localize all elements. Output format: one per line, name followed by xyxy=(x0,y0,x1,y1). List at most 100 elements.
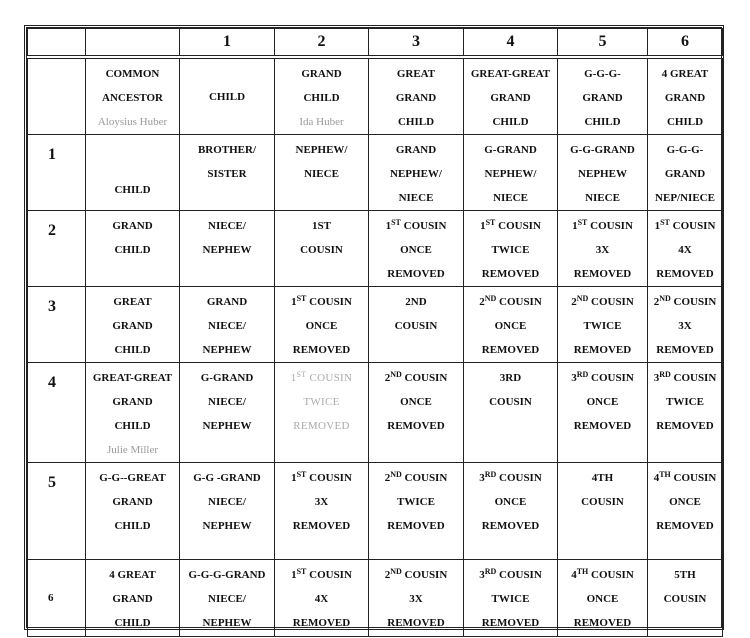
person-name: Ida Huber xyxy=(299,116,344,128)
table-row: 6 4 GREAT GRAND CHILD G-G-G-GRAND NIECE/NEPHE… xyxy=(27,559,723,637)
cell-text-line: 3X xyxy=(409,593,423,605)
column-header: 4 xyxy=(463,28,558,59)
cell-text-line: COUSIN xyxy=(663,593,707,605)
cell-text-line: COUSIN xyxy=(489,396,532,408)
column-header: 3 xyxy=(368,28,464,59)
ordinal-suffix: ND xyxy=(390,470,402,479)
row-label xyxy=(27,56,86,135)
cell-text-line: 1ST COUSIN xyxy=(291,567,352,582)
ordinal-suffix: ST xyxy=(660,218,670,227)
cell-text-line: REMOVED xyxy=(573,420,632,432)
cell-text-line: CHILD xyxy=(114,420,151,432)
cell-text-line: ONCE xyxy=(400,396,432,408)
cell-text-line: 1ST COUSIN xyxy=(385,218,447,233)
cell-text-line: GRAND xyxy=(206,296,248,308)
cell-text-line: 3RD COUSIN xyxy=(479,470,542,485)
relationship-cell: NEPHEW/NIECE xyxy=(274,134,369,211)
relationship-cell: 3RD COUSIN ONCE REMOVED xyxy=(557,362,648,463)
cell-text-line: G-GRAND xyxy=(200,372,254,384)
cell-text-line: TWICE xyxy=(583,320,622,332)
cell-text-line: 4X xyxy=(678,244,692,256)
ordinal-suffix: RD xyxy=(484,470,497,479)
ordinal-suffix: RD xyxy=(484,567,497,576)
relationship-cell: 4TH COUSIN xyxy=(557,462,648,560)
relationship-cell: G-GRAND NEPHEW/NIECE xyxy=(463,134,558,211)
relationship-cell: 2ND COUSIN TWICE REMOVED xyxy=(368,462,464,560)
person-name: Julie Miller xyxy=(106,444,159,456)
relationship-cell: 3RD COUSIN xyxy=(463,362,558,463)
cell-text-line: 3RD COUSIN xyxy=(479,567,542,582)
cell-text-line: 3X xyxy=(678,320,692,332)
cell-text-line: G-G-G-GRAND xyxy=(188,569,266,581)
ordinal-suffix: ND xyxy=(576,294,589,303)
relationship-cell: 4 GREAT GRAND CHILD xyxy=(647,56,723,135)
relationship-cell: G-G-G- GRAND CHILD xyxy=(557,56,648,135)
cell-text-line: GRAND xyxy=(112,220,153,232)
cell-text-line: REMOVED xyxy=(481,617,540,629)
cell-text-line: COMMON xyxy=(105,68,160,80)
ordinal-suffix: ST xyxy=(296,567,307,576)
table-row: 4 GREAT-GREAT GRAND CHILD Julie Miller G-GRAN… xyxy=(27,362,723,463)
cell-text-line: 2ND COUSIN xyxy=(384,470,448,485)
row-label: 6 xyxy=(27,559,86,637)
cell-text-line: BROTHER/ xyxy=(197,144,257,156)
ordinal-suffix: ST xyxy=(391,218,401,227)
table-row: 3 GREAT GRAND CHILD GRAND NIECE/NEPHEW 1ST COU… xyxy=(27,286,723,363)
person-name: Aloysius Huber xyxy=(97,116,168,128)
relationship-cell: 2ND COUSIN 3X REMOVED xyxy=(368,559,464,637)
cell-text-line: REMOVED xyxy=(292,520,351,532)
cell-text-line: GRAND xyxy=(112,396,153,408)
relationship-cell: 3RD COUSIN TWICE REMOVED xyxy=(647,362,723,463)
relationship-cell: G-G -GRAND NIECE/NEPHEW xyxy=(179,462,275,560)
ordinal-suffix: RD xyxy=(659,370,671,379)
ordinal-suffix: ST xyxy=(296,470,307,479)
relationship-cell: GREAT-GREAT GRAND CHILD xyxy=(463,56,558,135)
cell-text-line: REMOVED xyxy=(387,420,445,432)
cell-text-line: NEPHEW xyxy=(202,244,252,256)
cell-text-line: REMOVED xyxy=(387,617,445,629)
cell-text-line: GRAND xyxy=(395,144,437,156)
cell-text-line: 1ST COUSIN xyxy=(480,218,541,233)
ordinal-suffix: TH xyxy=(576,567,589,576)
ordinal-suffix: ST xyxy=(577,218,588,227)
cell-text-line: NIECE/ xyxy=(208,220,246,232)
cell-text-line: REMOVED xyxy=(292,344,351,356)
cell-text-line: CHILD xyxy=(114,617,151,629)
cell-text-line: ONCE xyxy=(669,496,701,508)
relationship-cell: GRAND NIECE/NEPHEW xyxy=(179,286,275,363)
ordinal-suffix: ST xyxy=(296,294,307,303)
cell-text-line: GRAND xyxy=(301,68,342,80)
relationship-cell: G-G-GRAND NEPHEW NIECE xyxy=(557,134,648,211)
cell-text-line: CHILD xyxy=(208,90,246,103)
relationship-cell: 4TH COUSIN ONCE REMOVED xyxy=(647,462,723,560)
relationship-cell: 2ND COUSIN xyxy=(368,286,464,363)
cell-text-line: COUSIN xyxy=(394,320,438,332)
cell-text-line: GRAND xyxy=(112,320,153,332)
cell-text-line: 1ST xyxy=(312,220,331,232)
column-header: 2 xyxy=(274,28,369,59)
ordinal-suffix: RD xyxy=(576,370,589,379)
cell-text-line: NIECE/ xyxy=(208,496,246,508)
cell-text-line: GREAT-GREAT xyxy=(470,68,551,80)
cell-text-line: NEPHEW xyxy=(202,420,252,432)
cell-text-line: REMOVED xyxy=(573,617,632,629)
cell-text-line: REMOVED xyxy=(292,617,351,629)
cell-text-line: GRAND xyxy=(112,593,153,605)
cell-text-line: GREAT xyxy=(396,68,436,80)
relationship-cell: 2ND COUSIN ONCE REMOVED xyxy=(463,286,558,363)
relationship-cell: 1ST COUSIN xyxy=(274,210,369,287)
cell-text-line: NEPHEW xyxy=(202,617,252,629)
cell-text-line: 1ST COUSIN xyxy=(290,370,353,385)
relationship-cell: 1ST COUSIN TWICE REMOVED xyxy=(463,210,558,287)
cell-text-line: NEPHEW/ xyxy=(390,168,442,180)
relationship-cell: G-G--GREAT GRAND CHILD xyxy=(85,462,180,560)
cell-text-line: NIECE xyxy=(493,192,528,204)
cell-text-line: CHILD xyxy=(303,92,340,104)
cell-text-line: TWICE xyxy=(491,244,530,256)
cell-text-line: REMOVED xyxy=(656,268,714,280)
cell-text-line: TWICE xyxy=(666,396,704,408)
column-header: 1 xyxy=(179,28,275,59)
cell-text-line: NEPHEW/ xyxy=(484,168,537,180)
column-header xyxy=(27,28,86,59)
cell-text-line: NIECE/ xyxy=(208,396,246,408)
